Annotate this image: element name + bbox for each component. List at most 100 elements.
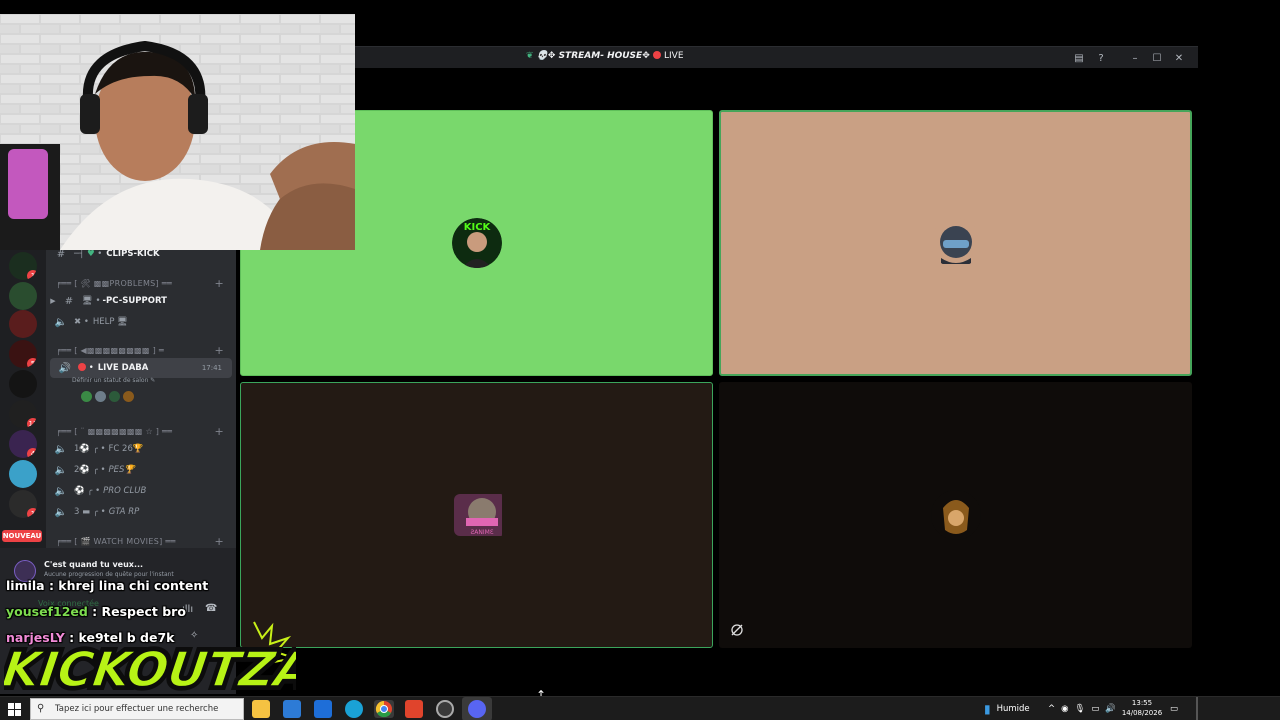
new-badge: NOUVEAU xyxy=(2,530,42,542)
help-icon[interactable]: ? xyxy=(1090,50,1112,66)
minimize-icon[interactable]: – xyxy=(1124,50,1146,66)
taskbar-search[interactable]: ⚲ Tapez ici pour effectuer une recherche xyxy=(30,698,244,720)
chat-username: yousef12ed xyxy=(6,604,88,619)
speaker-icon: 🔈 xyxy=(54,316,68,328)
search-icon: ⚲ xyxy=(37,703,45,714)
channel-help[interactable]: 🔈 ✖ • HELP 🖥 xyxy=(46,312,236,332)
channel-label: PES🏆 xyxy=(108,465,136,475)
search-placeholder: Tapez ici pour effectuer une recherche xyxy=(55,704,219,714)
speaker-icon: 🔈 xyxy=(54,506,68,518)
chevron-right-icon: ▶ xyxy=(50,297,56,305)
hash-icon: # xyxy=(56,248,66,260)
microphone-icon[interactable]: 🎙 xyxy=(1075,704,1086,714)
mail-icon[interactable] xyxy=(314,700,332,718)
chat-username: limila xyxy=(6,578,45,593)
maximize-icon[interactable]: ☐ xyxy=(1146,50,1168,66)
volume-icon[interactable]: 🔊 xyxy=(1105,704,1116,714)
brave-icon[interactable] xyxy=(405,700,423,718)
category-live[interactable]: ╒══ [ ◀▩▩▩▩▩▩▩▩ ] ═ + xyxy=(46,340,236,360)
weather-widget[interactable]: ▮ Humide xyxy=(984,697,1030,720)
obs-tray-icon[interactable]: ◉ xyxy=(1061,704,1068,714)
channel-label: FC 26🏆 xyxy=(108,444,144,454)
server-icon-2[interactable] xyxy=(9,282,37,310)
video-tile-3[interactable]: ƧANIMƐ xyxy=(240,382,713,648)
file-explorer-icon[interactable] xyxy=(252,700,270,718)
channel-label: HELP 🖥 xyxy=(92,317,128,327)
windows-taskbar: ⚲ Tapez ici pour effectuer une recherche… xyxy=(0,696,1280,720)
participant-avatar[interactable] xyxy=(122,390,135,403)
category-label: ╒══ [ 🛠 ▩▩PROBLEMS] ══ xyxy=(56,278,173,288)
channel-status[interactable]: Définir un statut de salon ✎ xyxy=(72,377,155,384)
channel-gta-rp[interactable]: 🔈 3 ▬ ╭ • GTA RP xyxy=(46,502,236,522)
category-label: ╒══ [ ¨ ▩▩▩▩▩▩▩ ☆ ] ══ xyxy=(56,426,173,436)
user-avatar-3: ƧANIMƐ xyxy=(452,490,502,540)
server-icon-5[interactable] xyxy=(9,370,37,398)
voice-participants xyxy=(80,390,135,403)
weather-icon: ▮ xyxy=(984,702,991,716)
add-channel-icon[interactable]: + xyxy=(214,425,224,438)
hash-icon: # xyxy=(64,295,74,307)
discord-taskbar-button[interactable] xyxy=(462,697,492,720)
edge-icon[interactable] xyxy=(345,700,363,718)
channel-label: GTA RP xyxy=(108,507,140,517)
quest-title: C'est quand tu veux... xyxy=(44,560,144,569)
category-label: ╒══ [ 🎬 WATCH MOVIES] ══ xyxy=(56,536,176,546)
chat-text: : Respect bro xyxy=(87,604,186,619)
kick-channel-logo: KICKOUTZALT KICKOUTZALT xyxy=(0,620,379,702)
obs-icon[interactable] xyxy=(436,700,454,718)
category-games[interactable]: ╒══ [ ¨ ▩▩▩▩▩▩▩ ☆ ] ══ + xyxy=(46,421,236,441)
participant-avatar[interactable] xyxy=(94,390,107,403)
clock-time: 13:55 xyxy=(1131,699,1153,707)
speaker-icon: 🔊 xyxy=(58,362,72,374)
inbox-icon[interactable]: ▤ xyxy=(1068,50,1090,66)
video-tile-2[interactable] xyxy=(719,110,1192,376)
clock-date: 14/08/2026 xyxy=(1121,709,1163,717)
system-clock[interactable]: 13:55 14/08/2026 xyxy=(1120,698,1164,718)
server-icon-3[interactable] xyxy=(9,310,37,338)
show-desktop-divider[interactable] xyxy=(1196,697,1198,720)
channel-pes[interactable]: 🔈 2⚽ ╭ • PES🏆 xyxy=(46,460,236,480)
add-channel-icon[interactable]: + xyxy=(214,344,224,357)
channel-fc26[interactable]: 🔈 1⚽ ╭ • FC 26🏆 xyxy=(46,439,236,459)
quest-subtitle: Aucune progression de quête pour l'insta… xyxy=(44,571,174,578)
muted-icon xyxy=(731,624,745,638)
screen: ❦ 💀✥ STREAM- HOUSE✥ LIVE ▤ ? – ☐ ✕ KICK … xyxy=(0,0,1280,720)
chevron-up-icon[interactable]: ^ xyxy=(1048,704,1055,714)
participant-avatar[interactable] xyxy=(80,390,93,403)
server-icon-1[interactable]: 1 xyxy=(9,252,37,280)
svg-text:ƧANIMƐ: ƧANIMƐ xyxy=(470,529,493,536)
system-tray: ^ ◉ 🎙 ▭ 🔊 xyxy=(1048,697,1116,720)
server-icon-9[interactable]: 1 xyxy=(9,490,37,518)
add-channel-icon[interactable]: + xyxy=(214,277,224,290)
chrome-icon[interactable] xyxy=(374,700,394,718)
notification-icon[interactable]: ▭ xyxy=(1170,697,1178,720)
windows-start-icon[interactable] xyxy=(8,702,22,716)
title-live: LIVE xyxy=(664,51,684,61)
category-label: ╒══ [ ◀▩▩▩▩▩▩▩▩ ] ═ xyxy=(56,345,165,355)
server-icon-8[interactable] xyxy=(9,460,37,488)
disconnect-icon[interactable]: ☎ xyxy=(205,603,217,614)
svg-text:KICKOUTZALT: KICKOUTZALT xyxy=(4,642,296,698)
network-icon[interactable]: ▭ xyxy=(1091,704,1099,714)
server-icon-6[interactable]: 13 xyxy=(9,400,37,428)
speaker-icon: 🔈 xyxy=(54,485,68,497)
channel-label: LIVE DABA xyxy=(97,363,149,373)
channel-pro-club[interactable]: 🔈 ⚽ ╭ • PRO CLUB xyxy=(46,481,236,501)
channel-label: -PC-SUPPORT xyxy=(102,296,167,306)
channel-pc-support[interactable]: ▶ # 🖥 • -PC-SUPPORT xyxy=(46,291,236,311)
channel-label: CLIPS-KICK xyxy=(106,249,160,259)
speaker-icon: 🔈 xyxy=(54,464,68,476)
chat-text: : khrej lina chi content xyxy=(44,578,209,593)
svg-text:KICK: KICK xyxy=(463,222,491,233)
participant-avatar[interactable] xyxy=(108,390,121,403)
server-icon-4[interactable]: 5 xyxy=(9,340,37,368)
channel-live-daba[interactable]: 🔊 • LIVE DABA 17:41 xyxy=(50,358,232,378)
category-problems[interactable]: ╒══ [ 🛠 ▩▩PROBLEMS] ══ + xyxy=(46,273,236,293)
weather-label: Humide xyxy=(996,704,1030,714)
video-tile-4[interactable] xyxy=(719,382,1192,648)
close-icon[interactable]: ✕ xyxy=(1168,50,1190,66)
store-icon[interactable] xyxy=(283,700,301,718)
add-channel-icon[interactable]: + xyxy=(214,535,224,548)
server-icon-7[interactable]: 4 xyxy=(9,430,37,458)
leaf-icon: ❦ xyxy=(526,51,534,61)
